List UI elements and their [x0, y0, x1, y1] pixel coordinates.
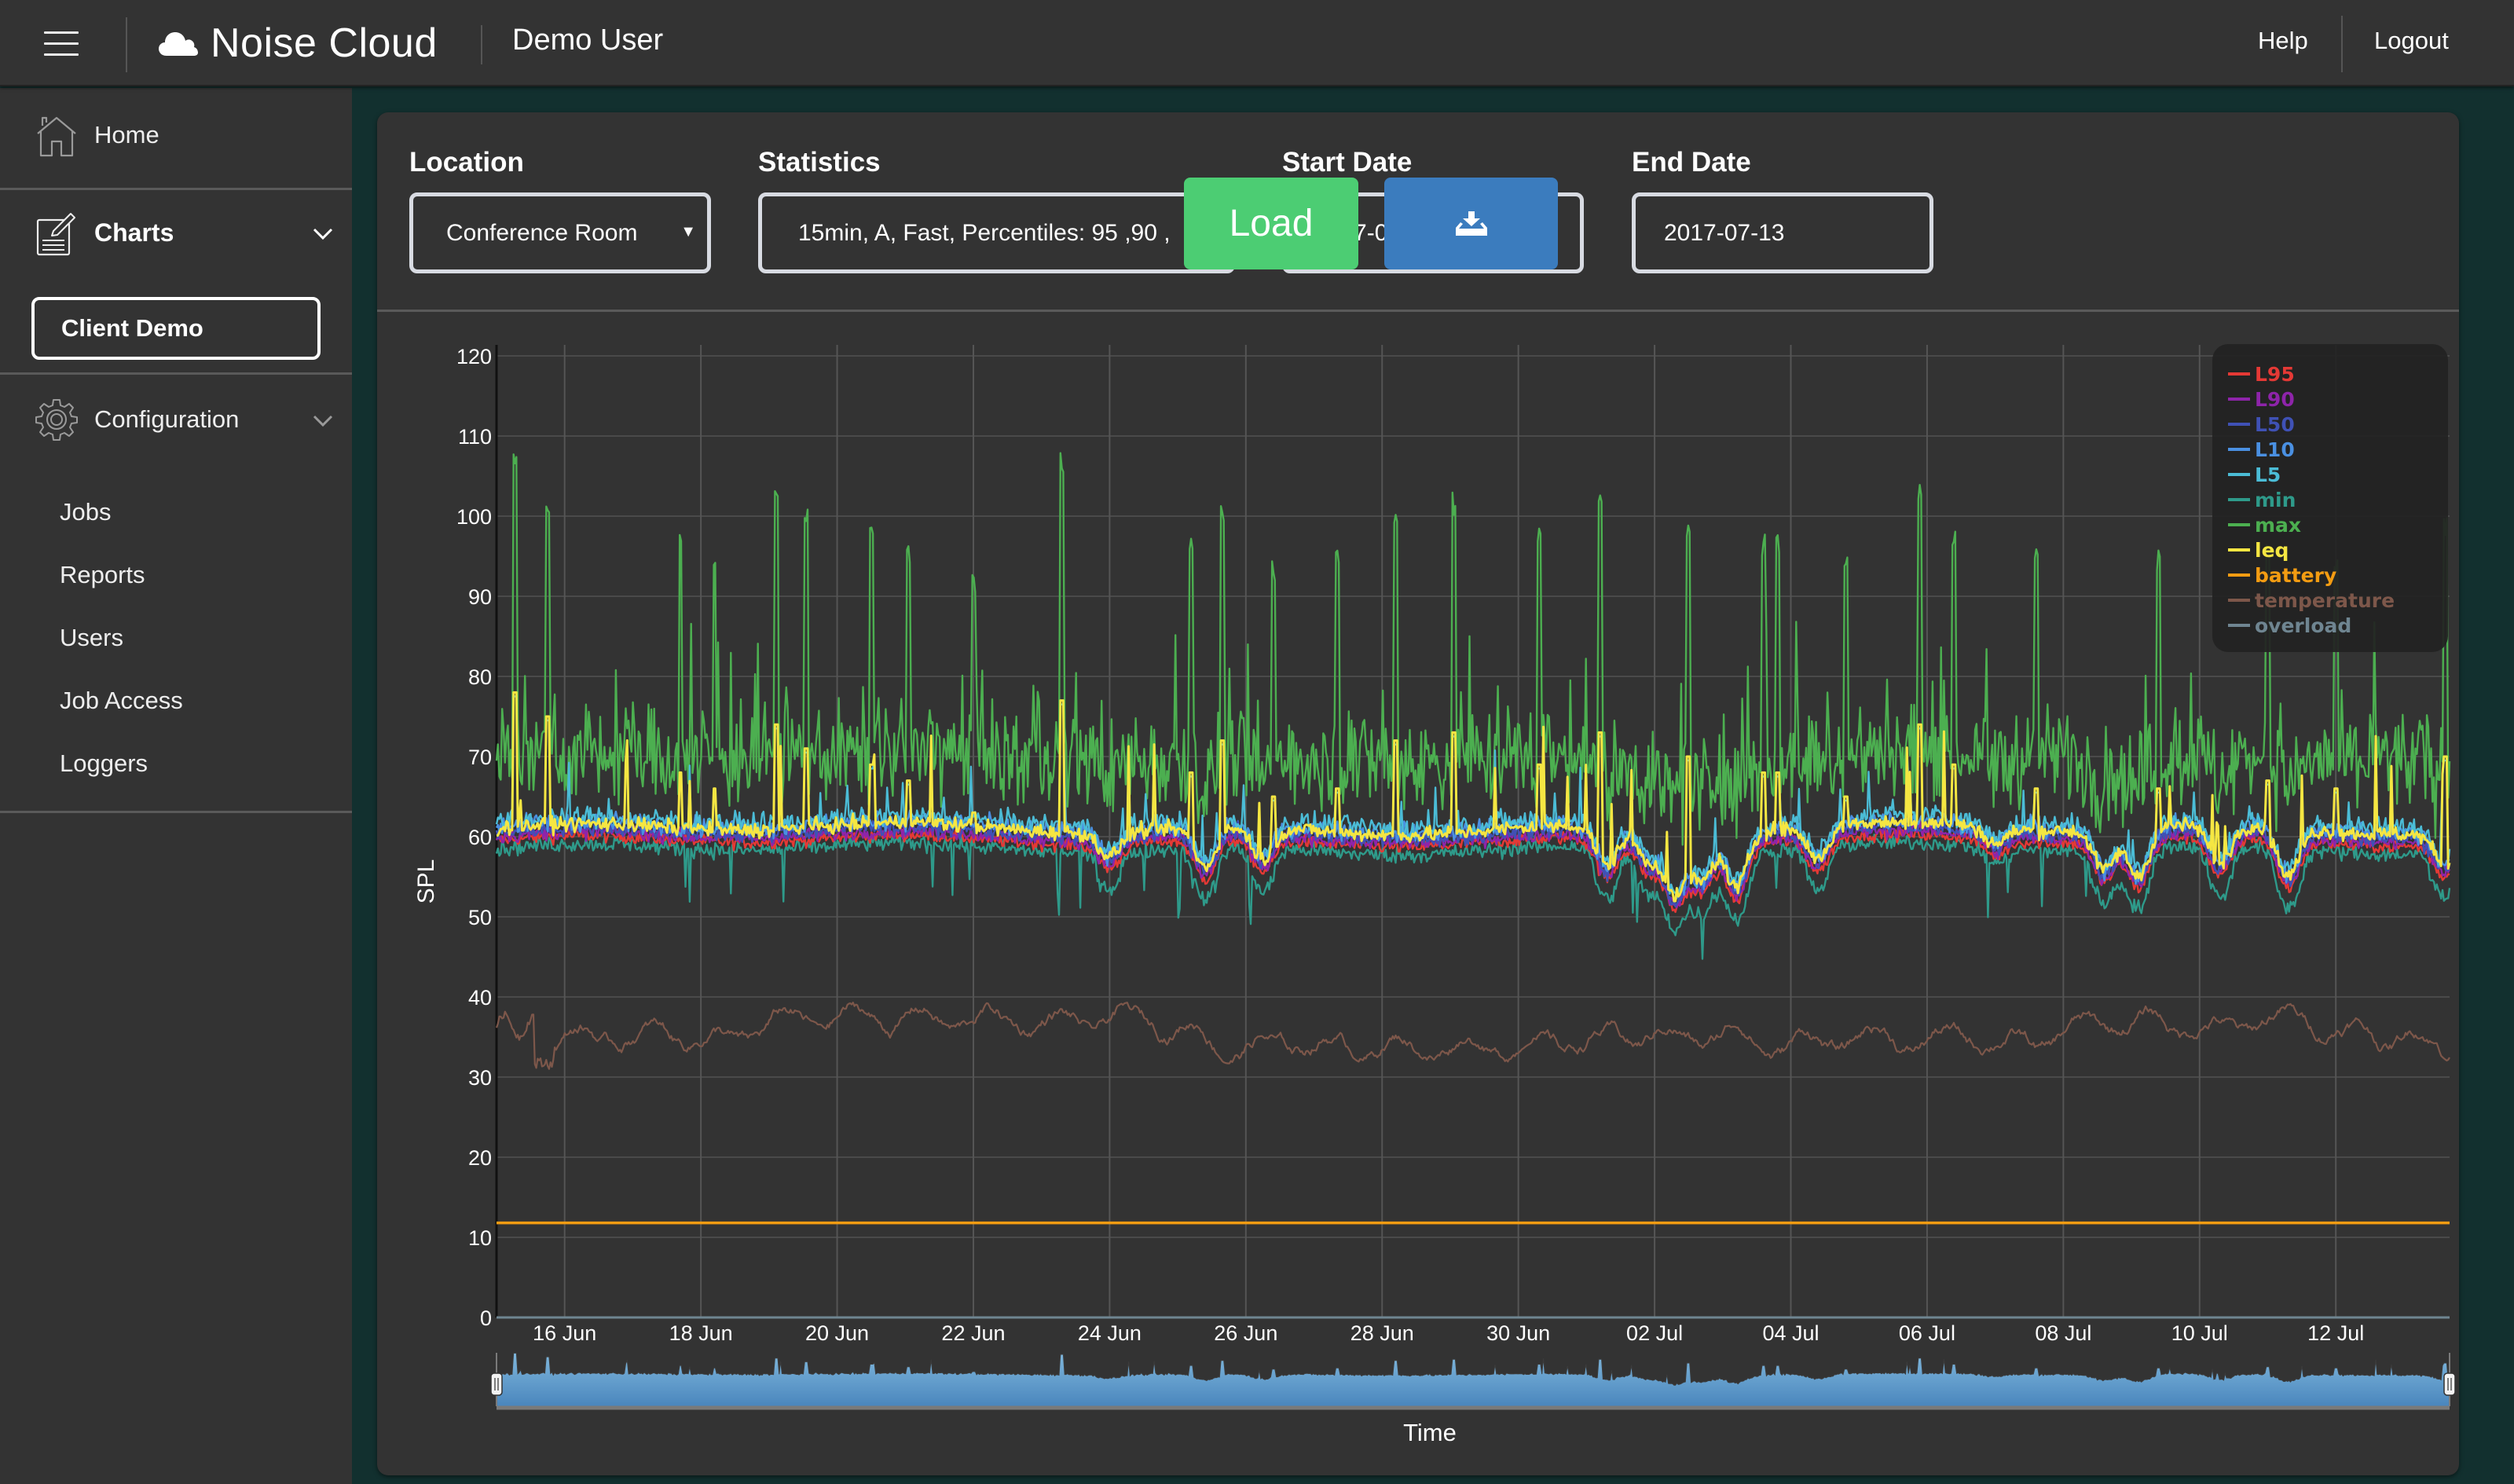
legend-swatch	[2228, 523, 2250, 526]
current-user: Demo User	[512, 24, 664, 57]
start-date-label: Start Date	[1282, 147, 1413, 178]
legend-swatch	[2228, 423, 2250, 426]
chevron-down-icon[interactable]	[313, 228, 333, 240]
legend-label: max	[2255, 513, 2302, 537]
divider	[377, 310, 2459, 312]
statistics-value: 15min, A, Fast, Percentiles: 95 ,90 ,	[798, 219, 1171, 246]
gear-icon	[35, 399, 78, 441]
top-navbar: Noise Cloud Demo User Help Logout	[0, 0, 2514, 86]
legend-item-min[interactable]: min	[2228, 487, 2448, 512]
location-value: Conference Room	[446, 219, 638, 246]
end-date-input[interactable]: 2017-07-13	[1632, 192, 1933, 273]
sidebar-label-home: Home	[94, 121, 159, 148]
download-tray-icon	[1455, 211, 1487, 236]
legend-item-temperature[interactable]: temperature	[2228, 588, 2448, 613]
navigator-handle-right[interactable]	[2443, 1372, 2456, 1396]
legend-label: L5	[2255, 463, 2281, 486]
legend-label: L90	[2255, 387, 2295, 411]
legend-item-battery[interactable]: battery	[2228, 562, 2448, 588]
legend-swatch	[2228, 498, 2250, 501]
legend-swatch	[2228, 448, 2250, 451]
legend-item-l5[interactable]: L5	[2228, 462, 2448, 487]
legend-swatch	[2228, 398, 2250, 401]
legend-swatch	[2228, 548, 2250, 551]
legend-label: L10	[2255, 438, 2295, 461]
legend-swatch	[2228, 573, 2250, 577]
load-button[interactable]: Load	[1184, 178, 1358, 269]
legend-swatch	[2228, 599, 2250, 602]
brand[interactable]: Noise Cloud	[157, 17, 438, 69]
cloud-icon	[159, 32, 198, 56]
legend-label: temperature	[2255, 588, 2395, 612]
sidebar-item-configuration[interactable]: Configuration	[0, 376, 352, 462]
divider	[126, 17, 127, 72]
legend-label: L95	[2255, 362, 2295, 386]
end-date-value: 2017-07-13	[1664, 219, 1785, 246]
caret-down-icon: ▼	[680, 223, 696, 240]
sidebar-item-charts[interactable]: Charts	[0, 190, 352, 277]
sidebar-subitem-users[interactable]: Users	[60, 624, 123, 652]
sidebar-subitem-loggers[interactable]: Loggers	[60, 749, 148, 778]
legend-item-max[interactable]: max	[2228, 512, 2448, 537]
logout-link[interactable]: Logout	[2374, 27, 2449, 55]
charts-edit-icon	[36, 213, 75, 256]
navigator-handle-left[interactable]	[490, 1372, 503, 1396]
legend-label: L50	[2255, 412, 2295, 436]
divider	[0, 372, 352, 375]
divider	[481, 25, 482, 64]
sidebar-subitem-reports[interactable]: Reports	[60, 561, 145, 589]
sidebar-label-configuration: Configuration	[94, 405, 240, 433]
legend-item-l10[interactable]: L10	[2228, 437, 2448, 462]
location-select[interactable]: Conference Room ▼	[409, 192, 711, 273]
sidebar-item-home[interactable]: Home	[0, 88, 352, 187]
hamburger-icon[interactable]	[44, 30, 79, 57]
legend-item-overload[interactable]: overload	[2228, 613, 2448, 638]
brand-name: Noise Cloud	[211, 20, 438, 66]
sidebar: Home Charts Client Demo Configuration Jo…	[0, 88, 352, 1484]
divider	[0, 811, 352, 813]
legend-item-leq[interactable]: leq	[2228, 537, 2448, 562]
chart-legend: L95 L90 L50 L10 L5 min max leq battery temperatur…	[2212, 344, 2448, 652]
divider	[2341, 16, 2343, 72]
legend-item-l90[interactable]: L90	[2228, 387, 2448, 412]
legend-swatch	[2228, 473, 2250, 476]
legend-item-l50[interactable]: L50	[2228, 412, 2448, 437]
legend-swatch	[2228, 624, 2250, 627]
chevron-down-icon[interactable]	[313, 415, 333, 427]
home-icon	[37, 116, 76, 157]
end-date-label: End Date	[1632, 147, 1751, 178]
legend-item-l95[interactable]: L95	[2228, 361, 2448, 387]
legend-label: leq	[2255, 538, 2289, 562]
statistics-select[interactable]: 15min, A, Fast, Percentiles: 95 ,90 , ▼	[758, 192, 1235, 273]
sidebar-subitem-client-demo[interactable]: Client Demo	[31, 297, 321, 360]
statistics-label: Statistics	[758, 147, 881, 178]
location-label: Location	[409, 147, 524, 178]
legend-label: battery	[2255, 563, 2337, 587]
legend-label: overload	[2255, 614, 2352, 637]
legend-swatch	[2228, 372, 2250, 376]
sidebar-subitem-jobs[interactable]: Jobs	[60, 498, 111, 526]
chart-panel: Location Conference Room ▼ Statistics 15…	[377, 112, 2459, 1475]
legend-label: min	[2255, 488, 2296, 511]
download-button[interactable]	[1384, 178, 1558, 269]
sidebar-label-charts: Charts	[94, 218, 174, 247]
sidebar-subitem-job-access[interactable]: Job Access	[60, 687, 183, 715]
help-link[interactable]: Help	[2258, 27, 2308, 55]
